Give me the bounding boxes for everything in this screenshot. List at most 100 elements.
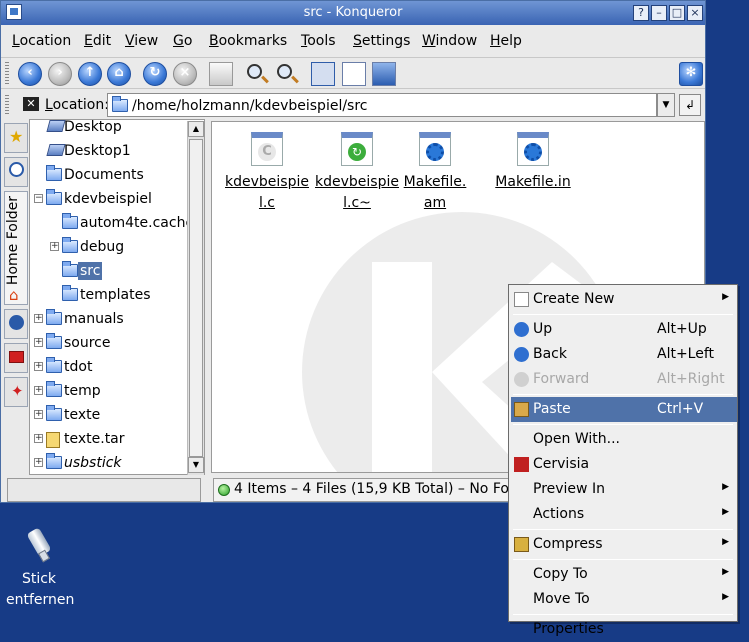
expand-icon[interactable]: + — [34, 338, 43, 347]
tree-item[interactable]: + usbstick — [34, 452, 204, 474]
file-item[interactable]: ↻ kdevbeispie l.c~ — [312, 132, 402, 214]
location-input[interactable]: /home/holzmann/kdevbeispiel/src — [107, 93, 657, 117]
expand-icon[interactable]: + — [34, 314, 43, 323]
close-button[interactable]: × — [687, 5, 703, 21]
menu-view[interactable]: View — [125, 33, 158, 49]
toolbar-grip[interactable] — [5, 62, 9, 86]
tree-item[interactable]: + texte.tar — [34, 428, 204, 452]
tree-item[interactable]: Desktop — [34, 120, 204, 140]
location-dropdown-icon[interactable]: ▼ — [657, 93, 675, 117]
up-icon[interactable]: ↑ — [78, 62, 102, 86]
services-tab[interactable]: ✦ — [4, 377, 28, 407]
tree-item[interactable]: autom4te.cache — [50, 212, 200, 236]
collapse-icon[interactable]: − — [34, 194, 43, 203]
zoom-in-icon[interactable] — [247, 64, 262, 79]
location-toolbar: ✕ Location: /home/holzmann/kdevbeispiel/… — [1, 91, 705, 119]
expand-icon[interactable]: + — [34, 434, 43, 443]
network-tab[interactable] — [4, 309, 28, 339]
tree-scrollbar[interactable]: ▲ ▼ — [187, 121, 204, 475]
menu-item-back[interactable]: Back Alt+Left — [511, 342, 737, 367]
tree-item[interactable]: + texte — [34, 404, 204, 428]
folder-icon — [46, 357, 62, 373]
home-folder-tab[interactable]: Home Folder ⌂ — [4, 191, 28, 305]
compress-icon — [514, 537, 529, 552]
tree-item[interactable]: + source — [34, 332, 204, 356]
reload-icon[interactable]: ↻ — [143, 62, 167, 86]
tree-item[interactable]: + tdot — [34, 356, 204, 380]
expand-icon[interactable]: + — [34, 362, 43, 371]
c-source-icon: C — [251, 132, 283, 166]
home-icon: ⌂ — [9, 286, 19, 304]
menu-item-up[interactable]: Up Alt+Up — [511, 317, 737, 342]
expand-icon[interactable]: + — [34, 458, 43, 467]
menu-location[interactable]: Location — [12, 33, 71, 49]
menu-window[interactable]: Window — [422, 33, 477, 49]
pin-icon: ✦ — [11, 382, 24, 400]
tree-item-label: source — [64, 335, 111, 351]
konqueror-gear-icon[interactable]: ✻ — [679, 62, 703, 86]
menu-item-preview-in[interactable]: Preview In ▶ — [511, 477, 737, 502]
scroll-thumb[interactable] — [189, 139, 203, 457]
file-item[interactable]: Makefile.in — [488, 132, 578, 193]
location-value: /home/holzmann/kdevbeispiel/src — [132, 98, 368, 114]
tree-item[interactable]: + debug — [50, 236, 200, 260]
menu-settings[interactable]: Settings — [353, 33, 410, 49]
tree-item-label: debug — [80, 239, 125, 255]
menu-item-compress[interactable]: Compress ▶ — [511, 532, 737, 557]
menu-item-copy-to[interactable]: Copy To ▶ — [511, 562, 737, 587]
print-icon[interactable] — [209, 62, 233, 86]
menu-go[interactable]: Go — [173, 33, 192, 49]
scroll-down-icon[interactable]: ▼ — [188, 457, 204, 473]
scroll-up-icon[interactable]: ▲ — [188, 121, 204, 137]
menu-edit[interactable]: Edit — [84, 33, 111, 49]
menu-item-properties[interactable]: Properties — [511, 617, 737, 642]
context-menu: Create New ▶ Up Alt+Up Back Alt+Left Forward Al… — [508, 284, 738, 637]
image-view-icon[interactable] — [372, 62, 396, 86]
clear-location-icon[interactable]: ✕ — [23, 97, 39, 111]
menu-item-cervisia[interactable]: Cervisia — [511, 452, 737, 477]
home-icon[interactable]: ⌂ — [107, 62, 131, 86]
folder-icon — [46, 309, 62, 325]
menu-item-paste[interactable]: Paste Ctrl+V — [511, 397, 737, 422]
title-bar[interactable]: src - Konqueror ? – □ × — [1, 1, 705, 25]
tree-item[interactable]: + manuals — [34, 308, 204, 332]
menu-tools[interactable]: Tools — [301, 33, 336, 49]
desktop-icon-stick[interactable]: Stick entfernen — [6, 527, 74, 611]
makefile-icon — [419, 132, 451, 166]
detail-view-icon[interactable] — [342, 62, 366, 86]
zoom-out-icon[interactable] — [277, 64, 292, 79]
minimize-button[interactable]: – — [651, 5, 667, 21]
tree-item[interactable]: templates — [50, 284, 200, 308]
expand-icon[interactable]: + — [50, 242, 59, 251]
help-button[interactable]: ? — [633, 5, 649, 21]
tree-item[interactable]: Desktop1 — [34, 140, 204, 164]
menu-item-open-with[interactable]: Open With... — [511, 427, 737, 452]
menu-help[interactable]: Help — [490, 33, 522, 49]
tree-item[interactable]: + temp — [34, 380, 204, 404]
tree-item-label: manuals — [64, 311, 124, 327]
expand-icon[interactable]: + — [34, 410, 43, 419]
locbar-grip[interactable] — [5, 95, 9, 115]
forward-icon[interactable]: › — [48, 62, 72, 86]
go-button[interactable]: ↲ — [679, 94, 701, 116]
bookmarks-tab[interactable]: ★ — [4, 123, 28, 153]
file-item[interactable]: Ckdevbeispie l.c — [222, 132, 312, 214]
icon-view-icon[interactable] — [311, 62, 335, 86]
tree-item[interactable]: − kdevbeispiel — [34, 188, 204, 212]
back-icon[interactable]: ‹ — [18, 62, 42, 86]
tree-item[interactable]: Documents — [34, 164, 204, 188]
maximize-button[interactable]: □ — [669, 5, 685, 21]
history-tab[interactable] — [4, 157, 28, 187]
root-folder-tab[interactable] — [4, 343, 28, 373]
menu-item-actions[interactable]: Actions ▶ — [511, 502, 737, 527]
directory-tree[interactable]: Desktop Desktop1 Documents − kdevbeispiel aut… — [29, 119, 205, 475]
folder-icon — [46, 333, 62, 349]
stop-icon[interactable]: × — [173, 62, 197, 86]
c-backup-icon: ↻ — [341, 132, 373, 166]
expand-icon[interactable]: + — [34, 386, 43, 395]
file-item[interactable]: Makefile. am — [390, 132, 480, 214]
menu-bookmarks[interactable]: Bookmarks — [209, 33, 287, 49]
menu-item-create-new[interactable]: Create New ▶ — [511, 287, 737, 312]
menu-item-move-to[interactable]: Move To ▶ — [511, 587, 737, 612]
tree-item[interactable]: src — [50, 260, 200, 284]
